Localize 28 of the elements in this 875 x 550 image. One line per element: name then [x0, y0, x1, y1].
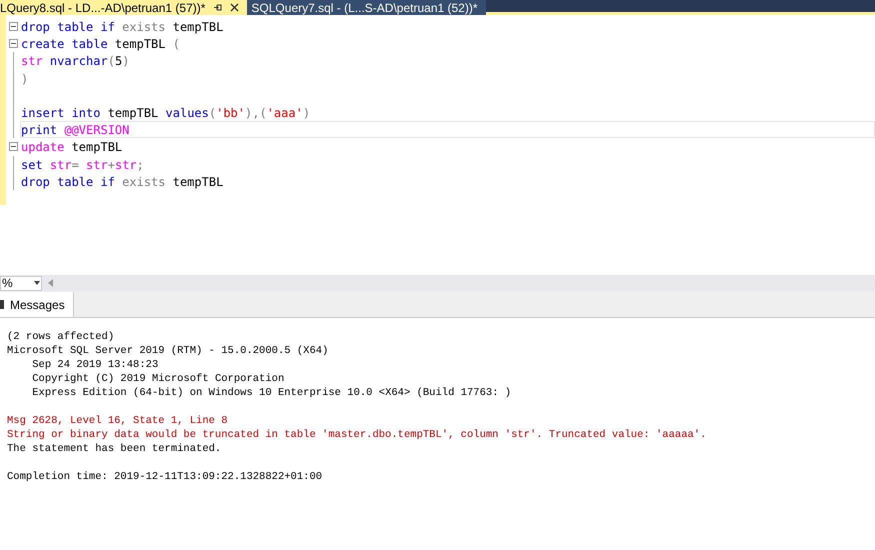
- message-line: Sep 24 2019 13:48:23: [31, 358, 160, 372]
- code-line: set str= str+str;: [20, 156, 145, 173]
- messages-icon: [0, 300, 4, 309]
- caret-icon: [34, 281, 40, 285]
- collapse-icon[interactable]: [8, 22, 18, 32]
- collapse-icon[interactable]: [8, 142, 18, 152]
- code-line: create table tempTBL (: [20, 36, 181, 52]
- message-line: (2 rows affected): [7, 330, 116, 344]
- message-line: Copyright (C) 2019 Microsoft Corporation: [31, 372, 286, 386]
- code-line: str nvarchar(5): [20, 53, 130, 70]
- results-tab[interactable]: Messages: [0, 292, 74, 317]
- code-line: update tempTBL: [20, 139, 124, 156]
- zoom-dropdown[interactable]: %: [0, 276, 42, 290]
- message-line: Msg 2628, Level 16, State 1, Line 8: [7, 414, 229, 428]
- document-tab[interactable]: LQuery8.sql - LD...-AD\petruan1 (57))*: [0, 0, 248, 15]
- message-line: The statement has been terminated.: [7, 442, 222, 456]
- code-line: insert into tempTBL values('bb'),('aaa'): [20, 104, 312, 122]
- pin-icon[interactable]: [213, 3, 222, 12]
- message-line: Express Edition (64-bit) on Windows 10 Enterprise 10.0 <X64> (Build 17763: ): [31, 386, 512, 400]
- collapse-icon[interactable]: [8, 39, 18, 48]
- close-icon[interactable]: [230, 3, 240, 12]
- message-line: String or binary data would be truncated in table 'master.dbo.tempTBL', column 'str'. Truncated value: 'aaaaa'.: [7, 428, 708, 442]
- document-tab[interactable]: SQLQuery7.sql - (L...S-AD\petruan1 (52))*: [247, 0, 486, 15]
- message-line: Microsoft SQL Server 2019 (RTM) - 15.0.2000.5 (X64): [7, 344, 330, 358]
- message-line: Completion time: 2019-12-11T13:09:22.1328822+01:00: [7, 470, 324, 484]
- code-line: drop table if exists tempTBL: [20, 19, 224, 36]
- code-line: drop table if exists tempTBL: [20, 174, 224, 190]
- code-line: ): [20, 70, 30, 87]
